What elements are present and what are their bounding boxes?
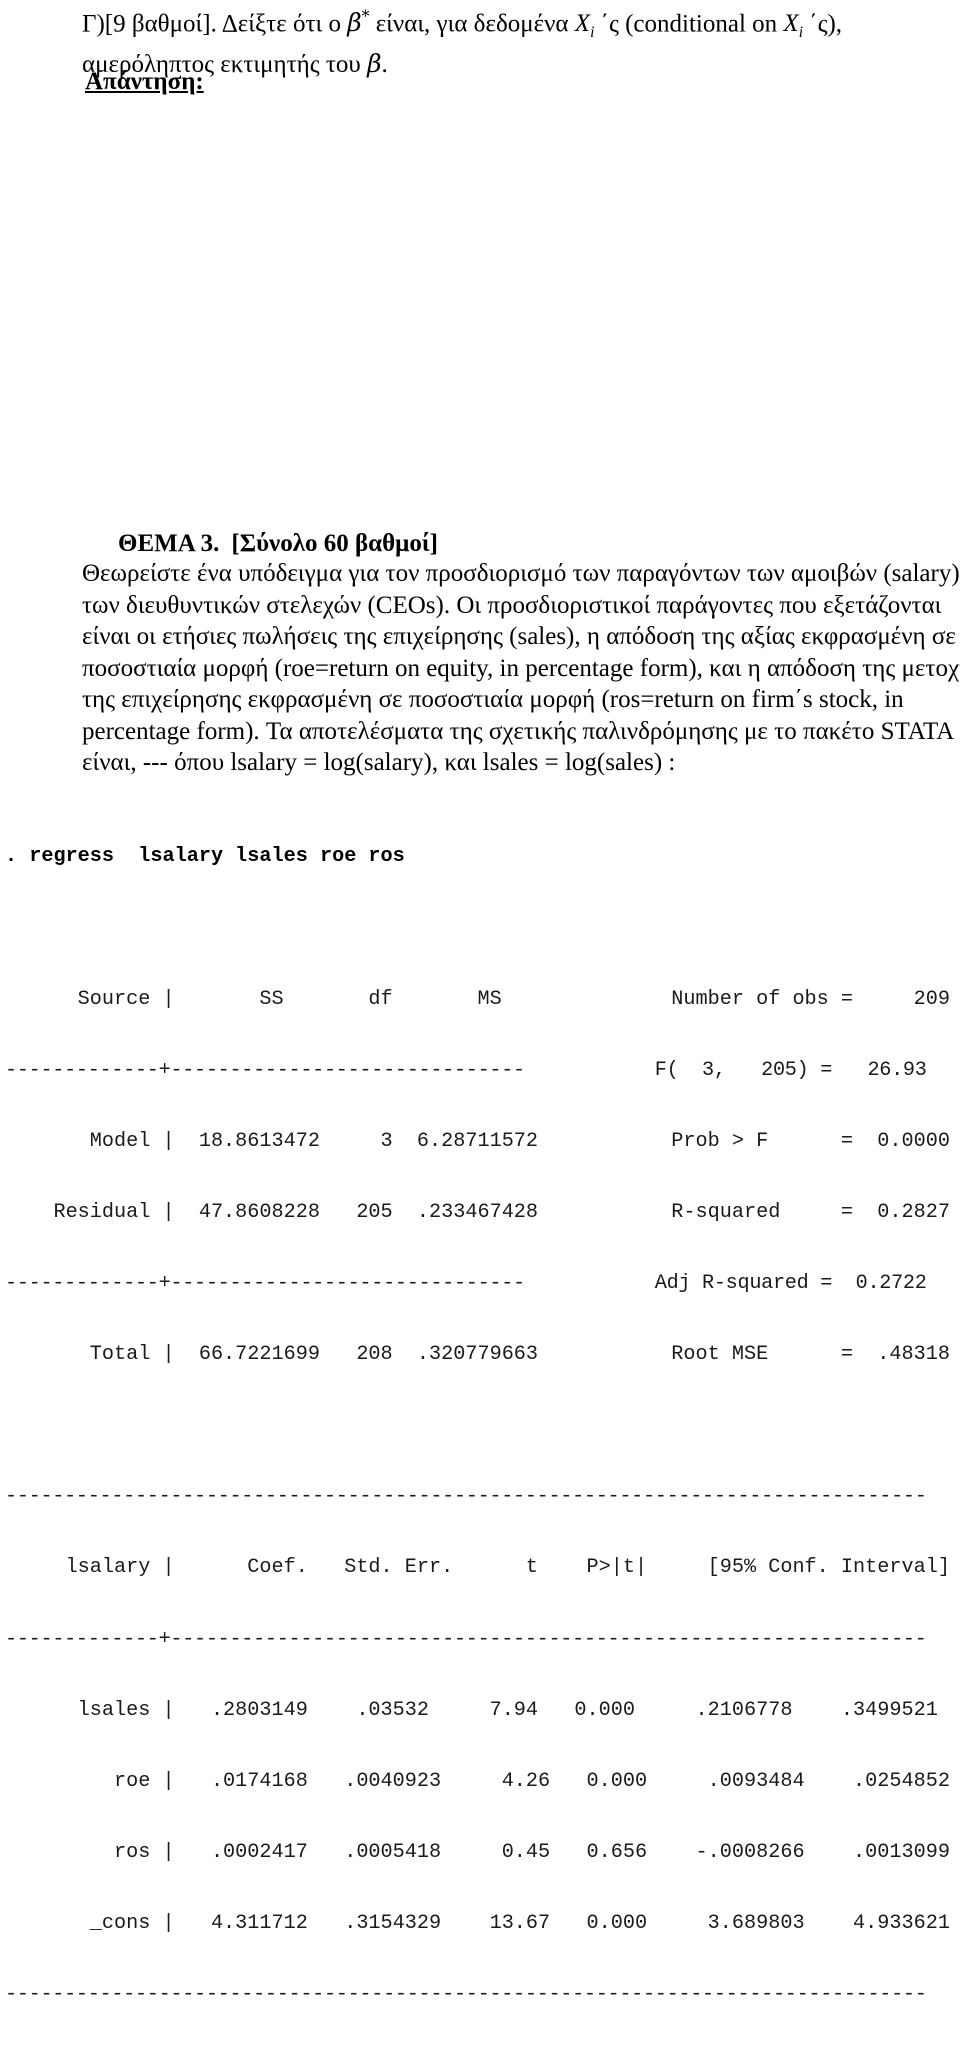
question-gamma-line1-prefix: Γ)[9 βαθμοί]. Δείξτε ότι ο [82,10,348,38]
anova-row-model: Model | 18.8613472 3 6.28711572 Prob > F… [5,1129,950,1153]
beta-symbol: β [367,49,382,79]
anova-rule-mid: -------------+--------------------------… [5,1272,927,1296]
coef-row-ros: ros | .0002417 .0005418 0.45 0.656 -.000… [5,1840,950,1864]
coef-row-lsales: lsales | .2803149 .03532 7.94 0.000 .210… [5,1698,938,1722]
paragraph-line: είναι, --- όπου lsalary = log(salary), κ… [82,749,676,776]
paragraph-line: percentage form). Τα αποτελέσματα της σχ… [82,717,955,745]
spacer-line [5,917,950,941]
paragraph-line: της επιχείρησης εκφρασμένη σε ποσοστιαία… [82,686,904,713]
document-page: Γ)[9 βαθμοί]. Δείξτε ότι ο β* είναι, για… [0,0,960,2006]
anova-rule-top: -------------+--------------------------… [5,1058,927,1082]
paragraph-line: των διευθυντικών στελεχών (CEOs). Οι προ… [82,591,942,619]
thema-number: ΘΕΜΑ 3. [118,530,220,557]
coef-rule-bottom: ----------------------------------------… [5,1983,927,2007]
coef-header-row: lsalary | Coef. Std. Err. t P>|t| [95% C… [5,1556,950,1580]
coef-row-cons: _cons | 4.311712 .3154329 13.67 0.000 3.… [5,1912,950,1936]
paragraph-line: είναι οι ετήσιες πωλήσεις της επιχείρηση… [82,623,956,650]
thema-3-heading: ΘΕΜΑ 3. [Σύνολο 60 βαθμοί] [118,528,438,560]
stata-command: . regress lsalary lsales roe ros [5,845,405,869]
thema-3-paragraph: Θεωρείστε ένα υπόδειγμα για τον προσδιορ… [82,558,960,779]
x-variable-2: Xi [783,10,803,42]
x-variable-1: Xi [574,10,595,42]
anova-row-total: Total | 66.7221699 208 .320779663 Root M… [5,1343,950,1367]
anova-header-row: Source | SS df MS Number of obs = 209 [5,987,950,1011]
question-gamma-line1-end: ΄ς), [803,10,843,38]
paragraph-line: ποσοστιαία μορφή (roe=return on equity, … [82,654,960,682]
question-gamma-line-1: Γ)[9 βαθμοί]. Δείξτε ότι ο β* είναι, για… [82,2,940,48]
paragraph-line: Θεωρείστε ένα υπόδειγμα για τον προσδιορ… [82,560,960,587]
coef-rule-top: ----------------------------------------… [5,1485,927,1509]
coef-row-roe: roe | .0174168 .0040923 4.26 0.000 .0093… [5,1769,950,1793]
question-gamma-line2-end: . [381,51,388,79]
thema-points: [Σύνολο 60 βαθμοί] [231,530,438,557]
beta-star-symbol: β* [347,8,370,38]
question-gamma-line1-middle: είναι, για δεδομένα [369,10,575,38]
stata-output: . regress lsalary lsales roe ros Source … [5,798,950,2054]
anova-row-residual: Residual | 47.8608228 205 .233467428 R-s… [5,1200,950,1224]
coef-rule-split: -------------+--------------------------… [5,1627,927,1651]
question-gamma-line-2: αμερόληπτος εκτιμητής του β. [82,48,940,80]
question-gamma: Γ)[9 βαθμοί]. Δείξτε ότι ο β* είναι, για… [82,2,940,80]
question-gamma-line1-tail: ΄ς (conditional on [594,10,784,38]
answer-label: Απάντηση: [85,68,204,95]
spacer-line [5,1414,950,1438]
